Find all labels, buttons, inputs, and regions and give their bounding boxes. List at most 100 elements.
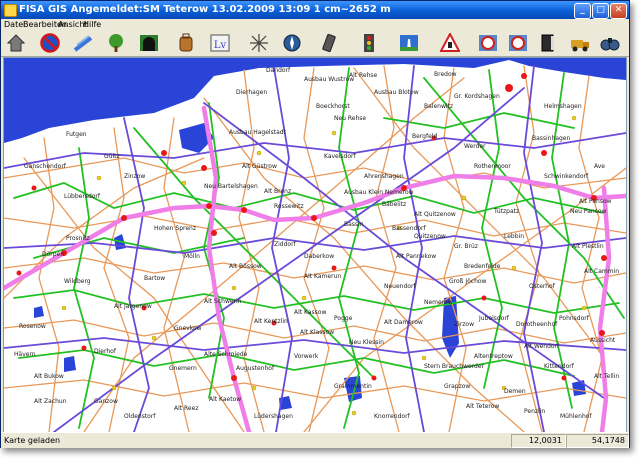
text-lv-button[interactable]: Lv — [209, 32, 231, 54]
backpack-button[interactable] — [175, 32, 197, 54]
place-label: Stern Brauchwerder — [424, 363, 485, 370]
place-label: Ausbau Blotow — [374, 89, 419, 96]
place-label: Pohnsdorf — [559, 315, 590, 322]
place-label: Dändorf — [266, 67, 291, 74]
place-label: Groß Jöchow — [449, 278, 487, 285]
place-label: Ausbau Hagelstadt — [229, 129, 287, 136]
tunnel-button[interactable] — [138, 32, 160, 54]
place-label: Prosnitz — [66, 235, 90, 242]
place-label: Ahrenshagen — [364, 173, 404, 180]
warning-sign-icon — [440, 33, 460, 52]
status-bar: Karte geladen 12,0031 54,1748 — [1, 432, 629, 448]
place-label: Alt Reez — [174, 405, 198, 412]
road-button[interactable] — [72, 32, 94, 54]
place-label: Bergfeld — [412, 133, 437, 140]
binoculars-icon — [600, 38, 620, 51]
place-label: Mühlenhof — [560, 413, 592, 420]
place-label: Ganschendorf — [24, 163, 67, 170]
place-label: Kavelsdorf — [324, 153, 356, 160]
place-label: Demen — [504, 388, 526, 395]
place-label: Pogge — [334, 315, 353, 322]
text-lv-icon: Lv — [210, 34, 230, 52]
place-label: Alt Güstrow — [242, 163, 277, 170]
title-bar[interactable]: FISA GIS Angemeldet:SM Teterow 13.02.200… — [1, 1, 629, 19]
truck-button[interactable] — [569, 32, 591, 54]
place-label: Grammentin — [334, 383, 372, 390]
handheld-button[interactable] — [318, 32, 340, 54]
place-label: Bartow — [144, 275, 165, 282]
toolbar: Lv — [1, 31, 629, 57]
place-label: Alt Zachun — [34, 398, 67, 405]
home-button[interactable] — [5, 32, 27, 54]
place-label: Knorrendorf — [374, 413, 411, 420]
place-label: Jubelsdorf — [478, 315, 510, 322]
place-label: Bassendorf — [392, 225, 426, 232]
warning-sign-button[interactable] — [439, 32, 461, 54]
place-label: Boeckhorst — [316, 103, 350, 110]
speed-limit-icon — [479, 35, 497, 51]
map-canvas[interactable]: Dändorf Ausbau Wustrow Alt Rehse Dierhag… — [4, 58, 626, 432]
place-label: Tützpatz — [493, 208, 519, 215]
place-label: Bassin — [344, 221, 364, 228]
place-label: Alt Kaetow — [209, 396, 241, 403]
minimize-button[interactable]: _ — [574, 3, 591, 19]
backpack-icon — [179, 33, 193, 52]
place-label: Alt Tellin — [594, 373, 619, 380]
road-icon — [73, 35, 93, 52]
place-label: Quitzenow — [414, 233, 446, 240]
book-icon — [541, 34, 554, 52]
main-window: FISA GIS Angemeldet:SM Teterow 13.02.200… — [0, 0, 630, 448]
place-label: Mölln — [184, 253, 200, 260]
place-label: Bassinhagen — [532, 135, 570, 142]
place-label: Rosenow — [19, 323, 46, 330]
place-label: Kittendorf — [544, 363, 575, 370]
speed-sign-button[interactable] — [507, 32, 529, 54]
no-entry-icon — [40, 33, 60, 53]
compass-button[interactable] — [281, 32, 303, 54]
highway-button[interactable] — [398, 32, 420, 54]
place-label: Alt Brenz — [264, 188, 291, 195]
close-button[interactable]: ✕ — [610, 3, 627, 19]
star-icon — [250, 34, 268, 52]
place-label: Alt Wendorf — [524, 343, 560, 350]
place-label: Rothenmoor — [474, 163, 511, 170]
place-label: Augustenhof — [236, 365, 275, 372]
place-label: Dorotheenhof — [516, 321, 558, 328]
place-label: Neu Bartelshagen — [204, 183, 258, 190]
place-label: Ausbau Klein Nemerow — [344, 189, 414, 196]
place-label: Schwinkendorf — [544, 173, 589, 180]
place-label: Alt Kamerun — [304, 273, 341, 280]
place-label: Alt Damerow — [384, 319, 423, 326]
place-label: Alt Rehse — [349, 72, 378, 79]
no-entry-button[interactable] — [39, 32, 61, 54]
place-label: Alt Quitzenow — [414, 211, 456, 218]
book-button[interactable] — [537, 32, 559, 54]
place-label: Gr. Brüz — [454, 243, 478, 250]
place-label: Dierhof — [94, 348, 117, 355]
place-label: Oldenstorf — [124, 413, 156, 420]
status-coordinate: 12,0031 — [511, 434, 566, 448]
place-label: Gr. Kordshagen — [454, 93, 500, 100]
speed-limit-button[interactable] — [477, 32, 499, 54]
place-label: Hävern — [14, 351, 36, 358]
place-label: Bäbelitz — [382, 201, 406, 208]
place-label: Lübbersdorf — [64, 193, 101, 200]
place-label: Gnevkow — [174, 325, 202, 332]
place-label: Vorwerk — [294, 353, 319, 360]
binoculars-button[interactable] — [599, 32, 621, 54]
place-label: Werder — [464, 143, 486, 150]
speed-sign-icon — [509, 35, 527, 51]
map-view[interactable]: Dändorf Ausbau Wustrow Alt Rehse Dierhag… — [3, 57, 627, 433]
handheld-icon — [322, 33, 336, 53]
place-label: Neu Rehse — [334, 115, 366, 122]
star-button[interactable] — [248, 32, 270, 54]
place-label: Wildberg — [64, 278, 91, 285]
maximize-button[interactable]: □ — [592, 3, 609, 19]
traffic-light-button[interactable] — [358, 32, 380, 54]
place-label: Hohen Sprenz — [154, 225, 196, 232]
tree-button[interactable] — [105, 32, 127, 54]
truck-icon — [571, 40, 589, 52]
place-label: Neu Klessin — [349, 339, 384, 346]
menu-hilfe[interactable]: Hilfe — [83, 20, 101, 29]
place-label: Zirzow — [454, 321, 474, 328]
